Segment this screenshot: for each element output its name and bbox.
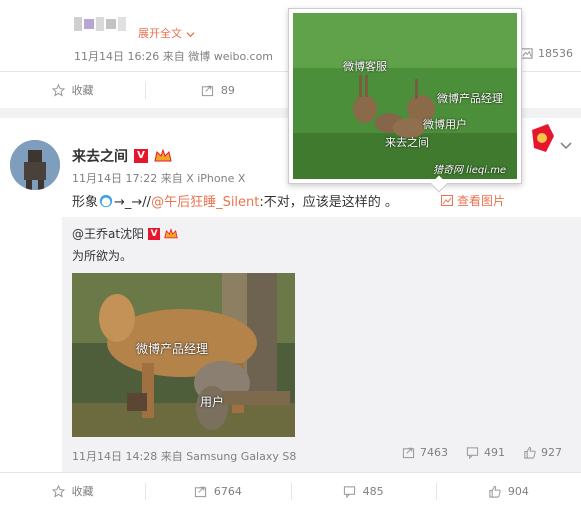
mention-link[interactable]: @午后狂睡_Silent	[151, 195, 259, 210]
decorative-badge-icon	[532, 124, 554, 152]
repost-time[interactable]: 11月14日 14:28	[72, 450, 157, 463]
repost-author-link[interactable]: @王乔at沈阳	[72, 225, 144, 242]
avatar[interactable]	[10, 140, 60, 190]
post-time[interactable]: 11月14日 17:22	[72, 172, 157, 185]
repost-icon	[402, 447, 415, 459]
crown-badge-icon	[154, 149, 172, 162]
popup-label: 来去之间	[385, 136, 429, 149]
repost-source: 来自 Samsung Galaxy S8	[160, 450, 297, 463]
comment-icon	[466, 447, 479, 459]
view-image-link[interactable]: 查看图片	[441, 192, 505, 209]
image-preview-popup[interactable]: 微博客服 微博产品经理 微博用户 来去之间 猎奇网 lieqi.me	[288, 8, 522, 193]
repost-box: @王乔at沈阳 V 为所欲为。 微博产品经理 用户 11月14日 14:28 来…	[62, 217, 581, 472]
comment-icon	[343, 485, 355, 498]
image-label: 微博产品经理	[136, 342, 209, 356]
repost-icon	[201, 85, 213, 96]
post-source: 来自 微博 weibo.com	[162, 50, 274, 63]
repost-stats: 7463 491 927	[402, 446, 562, 459]
doraemon-emoji-icon	[99, 194, 113, 208]
post-text: 形象 →_→//@午后狂睡_Silent:不对，应该是这样的 。	[72, 194, 398, 210]
post-source: 来自 X iPhone X	[160, 172, 246, 185]
popup-label: 微博用户	[423, 118, 467, 131]
repost-text: 为所欲为。	[72, 249, 133, 263]
post-meta: 11月14日 17:22 来自 X iPhone X	[72, 170, 245, 186]
repost-stat-comments[interactable]: 491	[466, 446, 505, 459]
watermark: 猎奇网 lieqi.me	[433, 165, 507, 176]
repost-icon	[194, 486, 206, 497]
repost-author-line: @王乔at沈阳 V	[72, 225, 178, 242]
prev-post-media-stat[interactable]: 18536	[520, 47, 573, 60]
username[interactable]: 来去之间	[72, 146, 128, 166]
popup-label: 微博客服	[343, 60, 387, 73]
prev-post-meta: 11月14日 16:26 来自 微博 weibo.com	[74, 48, 273, 64]
repost-stat-likes[interactable]: 927	[523, 446, 562, 459]
image-label: 用户	[200, 395, 225, 409]
favorite-button[interactable]: 收藏	[0, 473, 145, 509]
repost-button[interactable]: 6764	[145, 473, 290, 509]
crown-badge-icon	[164, 227, 178, 238]
popup-image: 微博客服 微博产品经理 微博用户 来去之间 猎奇网 lieqi.me	[293, 13, 517, 179]
blurred-text	[74, 13, 130, 33]
thumbs-up-icon	[524, 446, 536, 459]
post-time[interactable]: 11月14日 16:26	[74, 50, 159, 63]
robot-avatar-icon	[10, 140, 60, 190]
expand-full-text-link[interactable]: 展开全文	[138, 25, 195, 41]
chevron-down-icon	[185, 31, 195, 37]
post-header: 来去之间 V	[72, 146, 172, 166]
repost-stat-reposts[interactable]: 7463	[402, 446, 448, 459]
comment-button[interactable]: 485	[290, 473, 436, 509]
verified-badge-icon: V	[134, 149, 148, 163]
image-icon	[441, 195, 453, 206]
star-icon	[51, 484, 65, 498]
star-icon	[51, 83, 65, 97]
like-button[interactable]: 904	[435, 473, 581, 509]
chevron-down-icon[interactable]	[560, 140, 572, 152]
favorite-button[interactable]: 收藏	[0, 72, 145, 108]
verified-badge-icon: V	[148, 227, 161, 240]
popup-label: 微博产品经理	[437, 92, 503, 105]
repost-button[interactable]: 89	[145, 72, 290, 108]
repost-meta: 11月14日 14:28 来自 Samsung Galaxy S8	[72, 448, 296, 464]
thumbs-up-icon	[489, 485, 501, 498]
post-action-bar: 收藏 6764 485 904	[0, 472, 581, 509]
repost-image[interactable]: 微博产品经理 用户	[72, 273, 295, 437]
